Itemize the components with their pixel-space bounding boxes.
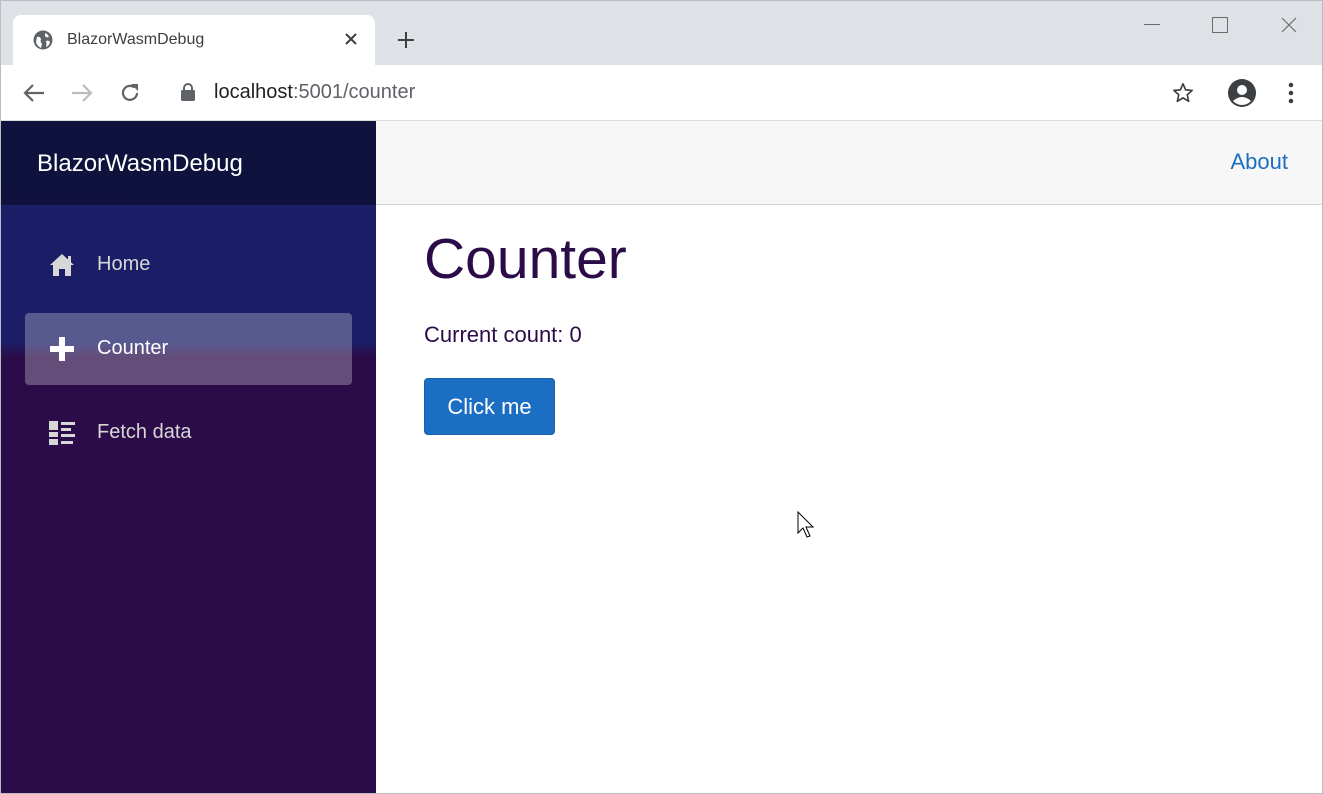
- back-arrow-icon[interactable]: [20, 79, 48, 107]
- sidebar: BlazorWasmDebug Home Counter Fetch data: [1, 121, 376, 793]
- page-title: Counter: [424, 227, 627, 291]
- close-tab-icon[interactable]: [339, 27, 363, 51]
- lock-icon[interactable]: [181, 82, 195, 102]
- url-host: localhost: [214, 81, 293, 103]
- browser-tab[interactable]: BlazorWasmDebug: [13, 15, 375, 65]
- address-bar[interactable]: localhost:5001/counter: [214, 81, 415, 104]
- profile-icon[interactable]: [1228, 79, 1256, 107]
- forward-arrow-icon[interactable]: [68, 79, 96, 107]
- minimize-icon[interactable]: [1129, 11, 1175, 39]
- brand-link[interactable]: BlazorWasmDebug: [37, 150, 243, 178]
- top-row: About: [376, 121, 1322, 205]
- sidebar-item-fetch-data[interactable]: Fetch data: [25, 397, 352, 469]
- sidebar-item-label: Home: [97, 253, 151, 275]
- tab-title: BlazorWasmDebug: [67, 31, 205, 48]
- home-icon: [50, 254, 74, 276]
- about-link[interactable]: About: [1231, 149, 1289, 175]
- plus-icon: [50, 337, 74, 361]
- new-tab-icon[interactable]: [393, 27, 419, 53]
- url-path: :5001/counter: [292, 81, 416, 103]
- app: BlazorWasmDebug Home Counter Fetch data …: [1, 121, 1322, 793]
- sidebar-item-label: Fetch data: [97, 421, 192, 443]
- click-me-button[interactable]: Click me: [424, 378, 555, 435]
- sidebar-item-counter[interactable]: Counter: [25, 313, 352, 385]
- browser-window: BlazorWasmDebug localhost:5001/counter B…: [0, 0, 1323, 794]
- main-content: About Counter Current count: 0 Click me: [376, 121, 1322, 793]
- reload-icon[interactable]: [116, 79, 144, 107]
- tab-strip: BlazorWasmDebug: [1, 1, 1322, 65]
- maximize-icon[interactable]: [1197, 11, 1243, 39]
- current-count: Current count: 0: [424, 322, 582, 347]
- sidebar-item-label: Counter: [97, 337, 169, 359]
- star-icon[interactable]: [1169, 79, 1197, 107]
- sidebar-item-home[interactable]: Home: [25, 229, 352, 301]
- browser-toolbar: localhost:5001/counter: [1, 65, 1322, 121]
- mouse-cursor-icon: [797, 511, 815, 538]
- menu-dots-icon[interactable]: [1277, 79, 1305, 107]
- list-icon: [49, 421, 75, 445]
- brand-bar: BlazorWasmDebug: [1, 121, 376, 205]
- globe-icon: [33, 30, 53, 50]
- page-content: Counter Current count: 0 Click me: [424, 231, 627, 435]
- close-window-icon[interactable]: [1266, 11, 1312, 39]
